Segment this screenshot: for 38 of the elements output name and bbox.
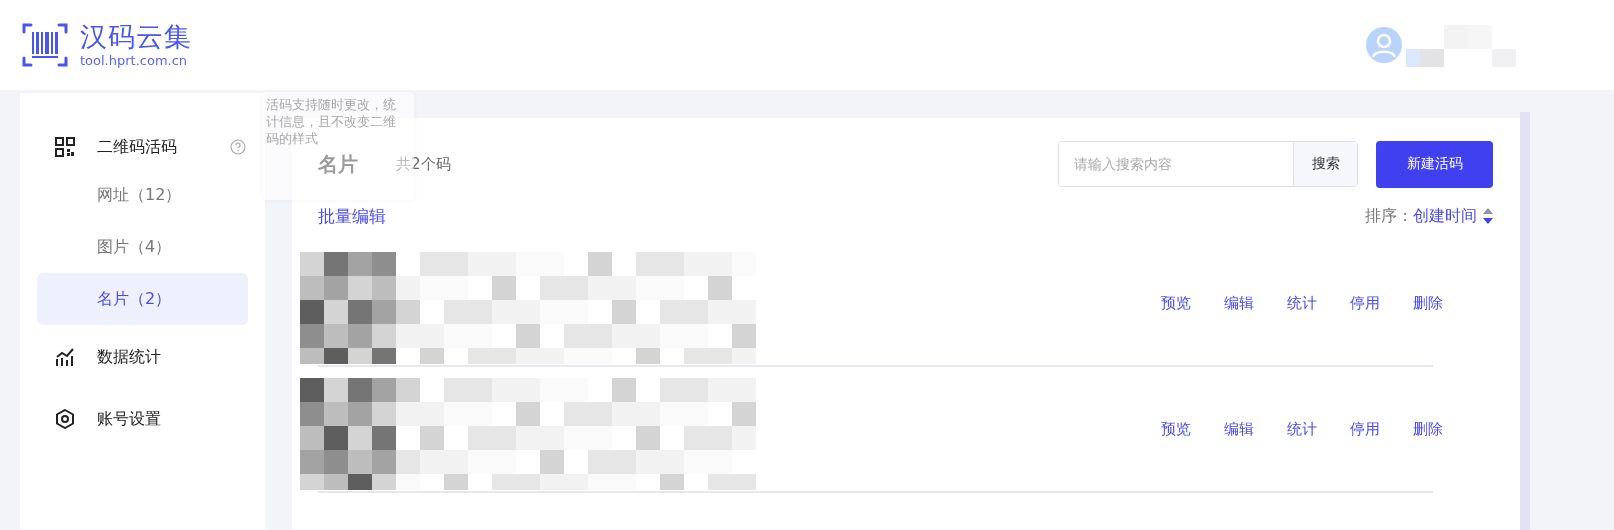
row-action-link[interactable]: 删除 <box>1413 419 1443 439</box>
row-action-link[interactable]: 统计 <box>1287 293 1317 313</box>
new-code-button[interactable]: 新建活码 <box>1376 140 1493 188</box>
row-action-link[interactable]: 停用 <box>1350 293 1380 313</box>
search-field[interactable]: 请输入搜索内容 搜索 <box>1058 141 1358 187</box>
scrollbar[interactable] <box>1520 112 1530 530</box>
bar-chart-icon <box>55 347 75 367</box>
sidebar-subitem[interactable]: 图片（4） <box>37 221 248 273</box>
search-button[interactable]: 搜索 <box>1293 142 1357 186</box>
sort-field-link[interactable]: 创建时间 <box>1413 205 1477 227</box>
row-action-link[interactable]: 编辑 <box>1224 419 1254 439</box>
sort-label: 排序： <box>1365 205 1413 227</box>
code-count: 共2个码 <box>396 154 451 174</box>
sidebar-label: 二维码活码 <box>97 136 177 158</box>
row-action-link[interactable]: 预览 <box>1161 419 1191 439</box>
barcode-logo-icon <box>22 22 68 68</box>
sidebar-label: 数据统计 <box>97 346 161 368</box>
sidebar-item[interactable]: 二维码活码 <box>37 125 248 169</box>
avatar-icon[interactable] <box>1366 27 1402 63</box>
row-action-link[interactable]: 编辑 <box>1224 293 1254 313</box>
row-action-link[interactable]: 统计 <box>1287 419 1317 439</box>
sidebar-subitem[interactable]: 网址（12） <box>37 169 248 221</box>
settings-icon <box>55 409 75 429</box>
row-action-link[interactable]: 预览 <box>1161 293 1191 313</box>
batch-edit-link[interactable]: 批量编辑 <box>318 204 386 228</box>
logo-url: tool.hprt.com.cn <box>80 53 189 69</box>
page-title: 名片 <box>318 150 358 178</box>
sidebar-subitem[interactable]: 名片（2） <box>37 273 248 325</box>
sidebar-item[interactable]: 账号设置 <box>37 397 248 441</box>
row-action-link[interactable]: 停用 <box>1350 419 1380 439</box>
row-action-link[interactable]: 删除 <box>1413 293 1443 313</box>
sidebar-label: 账号设置 <box>97 408 161 430</box>
logo-title: 汉码云集 <box>80 21 192 53</box>
tooltip-text: 活码支持随时更改，统计信息，且不改变二维码的样式 <box>266 96 397 147</box>
sidebar-item[interactable]: 数据统计 <box>37 335 248 379</box>
qr-code-icon <box>55 137 75 157</box>
help-icon[interactable] <box>230 139 246 155</box>
sort-icon[interactable] <box>1483 207 1493 225</box>
